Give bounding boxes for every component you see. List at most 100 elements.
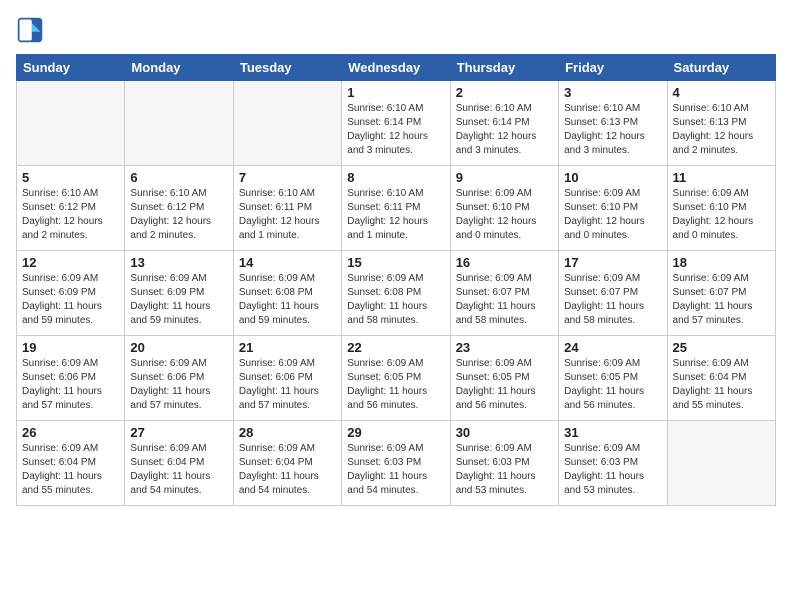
calendar-cell: 20 Sunrise: 6:09 AM Sunset: 6:06 PM Dayli… <box>125 336 233 421</box>
calendar-cell <box>667 421 775 506</box>
weekday-header-saturday: Saturday <box>667 55 775 81</box>
day-number: 22 <box>347 340 444 355</box>
day-info: Sunrise: 6:09 AM Sunset: 6:10 PM Dayligh… <box>564 187 661 243</box>
calendar-cell: 14 Sunrise: 6:09 AM Sunset: 6:08 PM Dayli… <box>233 251 341 336</box>
day-info: Sunrise: 6:09 AM Sunset: 6:10 PM Dayligh… <box>673 187 770 243</box>
day-info: Sunrise: 6:09 AM Sunset: 6:04 PM Dayligh… <box>239 442 336 498</box>
calendar-cell: 29 Sunrise: 6:09 AM Sunset: 6:03 PM Dayli… <box>342 421 450 506</box>
day-number: 1 <box>347 85 444 100</box>
day-number: 28 <box>239 425 336 440</box>
day-info: Sunrise: 6:09 AM Sunset: 6:03 PM Dayligh… <box>456 442 553 498</box>
day-number: 11 <box>673 170 770 185</box>
day-info: Sunrise: 6:09 AM Sunset: 6:05 PM Dayligh… <box>564 357 661 413</box>
day-info: Sunrise: 6:09 AM Sunset: 6:07 PM Dayligh… <box>673 272 770 328</box>
day-info: Sunrise: 6:10 AM Sunset: 6:11 PM Dayligh… <box>347 187 444 243</box>
calendar-cell: 16 Sunrise: 6:09 AM Sunset: 6:07 PM Dayli… <box>450 251 558 336</box>
day-number: 17 <box>564 255 661 270</box>
day-number: 10 <box>564 170 661 185</box>
day-info: Sunrise: 6:10 AM Sunset: 6:13 PM Dayligh… <box>564 102 661 158</box>
calendar-cell: 5 Sunrise: 6:10 AM Sunset: 6:12 PM Daylig… <box>17 166 125 251</box>
day-info: Sunrise: 6:10 AM Sunset: 6:12 PM Dayligh… <box>130 187 227 243</box>
weekday-header-thursday: Thursday <box>450 55 558 81</box>
day-number: 20 <box>130 340 227 355</box>
calendar-cell: 1 Sunrise: 6:10 AM Sunset: 6:14 PM Daylig… <box>342 81 450 166</box>
day-number: 2 <box>456 85 553 100</box>
day-number: 15 <box>347 255 444 270</box>
day-info: Sunrise: 6:10 AM Sunset: 6:14 PM Dayligh… <box>456 102 553 158</box>
calendar-cell <box>17 81 125 166</box>
calendar-cell: 25Sunrise: 6:09 AM Sunset: 6:04 PM Dayli… <box>667 336 775 421</box>
page-header <box>16 16 776 44</box>
day-info: Sunrise: 6:09 AM Sunset: 6:10 PM Dayligh… <box>456 187 553 243</box>
calendar-cell: 13 Sunrise: 6:09 AM Sunset: 6:09 PM Dayli… <box>125 251 233 336</box>
day-info: Sunrise: 6:09 AM Sunset: 6:09 PM Dayligh… <box>130 272 227 328</box>
calendar-cell: 26 Sunrise: 6:09 AM Sunset: 6:04 PM Dayli… <box>17 421 125 506</box>
day-number: 3 <box>564 85 661 100</box>
calendar-cell: 11 Sunrise: 6:09 AM Sunset: 6:10 PM Dayli… <box>667 166 775 251</box>
day-number: 26 <box>22 425 119 440</box>
day-info: Sunrise: 6:09 AM Sunset: 6:06 PM Dayligh… <box>239 357 336 413</box>
logo-icon <box>16 16 44 44</box>
calendar-cell <box>233 81 341 166</box>
day-info: Sunrise: 6:09 AM Sunset: 6:04 PM Dayligh… <box>22 442 119 498</box>
day-number: 13 <box>130 255 227 270</box>
day-info: Sunrise: 6:09 AM Sunset: 6:03 PM Dayligh… <box>347 442 444 498</box>
day-number: 25 <box>673 340 770 355</box>
weekday-header-wednesday: Wednesday <box>342 55 450 81</box>
calendar-cell: 10 Sunrise: 6:09 AM Sunset: 6:10 PM Dayli… <box>559 166 667 251</box>
day-info: Sunrise: 6:09 AM Sunset: 6:07 PM Dayligh… <box>564 272 661 328</box>
calendar-cell: 15 Sunrise: 6:09 AM Sunset: 6:08 PM Dayli… <box>342 251 450 336</box>
day-info: Sunrise: 6:10 AM Sunset: 6:12 PM Dayligh… <box>22 187 119 243</box>
calendar-week-3: 12 Sunrise: 6:09 AM Sunset: 6:09 PM Dayli… <box>17 251 776 336</box>
day-info: Sunrise: 6:09 AM Sunset: 6:05 PM Dayligh… <box>456 357 553 413</box>
calendar-cell: 2 Sunrise: 6:10 AM Sunset: 6:14 PM Daylig… <box>450 81 558 166</box>
calendar-cell: 17 Sunrise: 6:09 AM Sunset: 6:07 PM Dayli… <box>559 251 667 336</box>
day-info: Sunrise: 6:09 AM Sunset: 6:08 PM Dayligh… <box>239 272 336 328</box>
calendar-cell: 4 Sunrise: 6:10 AM Sunset: 6:13 PM Daylig… <box>667 81 775 166</box>
day-info: Sunrise: 6:10 AM Sunset: 6:14 PM Dayligh… <box>347 102 444 158</box>
day-info: Sunrise: 6:09 AM Sunset: 6:08 PM Dayligh… <box>347 272 444 328</box>
day-number: 23 <box>456 340 553 355</box>
calendar-cell: 28 Sunrise: 6:09 AM Sunset: 6:04 PM Dayli… <box>233 421 341 506</box>
weekday-header-sunday: Sunday <box>17 55 125 81</box>
calendar-cell: 27 Sunrise: 6:09 AM Sunset: 6:04 PM Dayli… <box>125 421 233 506</box>
calendar-cell: 23 Sunrise: 6:09 AM Sunset: 6:05 PM Dayli… <box>450 336 558 421</box>
day-info: Sunrise: 6:10 AM Sunset: 6:11 PM Dayligh… <box>239 187 336 243</box>
day-number: 21 <box>239 340 336 355</box>
day-number: 29 <box>347 425 444 440</box>
day-number: 24 <box>564 340 661 355</box>
calendar-week-5: 26 Sunrise: 6:09 AM Sunset: 6:04 PM Dayli… <box>17 421 776 506</box>
calendar-week-2: 5 Sunrise: 6:10 AM Sunset: 6:12 PM Daylig… <box>17 166 776 251</box>
weekday-header-friday: Friday <box>559 55 667 81</box>
calendar-week-4: 19 Sunrise: 6:09 AM Sunset: 6:06 PM Dayli… <box>17 336 776 421</box>
calendar-cell: 12 Sunrise: 6:09 AM Sunset: 6:09 PM Dayli… <box>17 251 125 336</box>
day-info: Sunrise: 6:09 AM Sunset: 6:09 PM Dayligh… <box>22 272 119 328</box>
weekday-header-monday: Monday <box>125 55 233 81</box>
calendar-cell: 22Sunrise: 6:09 AM Sunset: 6:05 PM Dayli… <box>342 336 450 421</box>
calendar-cell: 7 Sunrise: 6:10 AM Sunset: 6:11 PM Daylig… <box>233 166 341 251</box>
calendar-cell: 21 Sunrise: 6:09 AM Sunset: 6:06 PM Dayli… <box>233 336 341 421</box>
day-number: 30 <box>456 425 553 440</box>
day-number: 5 <box>22 170 119 185</box>
day-info: Sunrise: 6:09 AM Sunset: 6:06 PM Dayligh… <box>130 357 227 413</box>
calendar-cell <box>125 81 233 166</box>
calendar-cell: 6Sunrise: 6:10 AM Sunset: 6:12 PM Daylig… <box>125 166 233 251</box>
day-number: 19 <box>22 340 119 355</box>
logo <box>16 16 48 44</box>
day-number: 16 <box>456 255 553 270</box>
day-info: Sunrise: 6:09 AM Sunset: 6:07 PM Dayligh… <box>456 272 553 328</box>
weekday-header-tuesday: Tuesday <box>233 55 341 81</box>
day-number: 14 <box>239 255 336 270</box>
day-info: Sunrise: 6:10 AM Sunset: 6:13 PM Dayligh… <box>673 102 770 158</box>
calendar-cell: 8 Sunrise: 6:10 AM Sunset: 6:11 PM Daylig… <box>342 166 450 251</box>
calendar-cell: 30 Sunrise: 6:09 AM Sunset: 6:03 PM Dayli… <box>450 421 558 506</box>
calendar-week-1: 1 Sunrise: 6:10 AM Sunset: 6:14 PM Daylig… <box>17 81 776 166</box>
day-number: 7 <box>239 170 336 185</box>
day-number: 12 <box>22 255 119 270</box>
calendar-cell: 31Sunrise: 6:09 AM Sunset: 6:03 PM Dayli… <box>559 421 667 506</box>
day-number: 8 <box>347 170 444 185</box>
day-info: Sunrise: 6:09 AM Sunset: 6:04 PM Dayligh… <box>130 442 227 498</box>
day-number: 9 <box>456 170 553 185</box>
day-number: 4 <box>673 85 770 100</box>
day-number: 27 <box>130 425 227 440</box>
